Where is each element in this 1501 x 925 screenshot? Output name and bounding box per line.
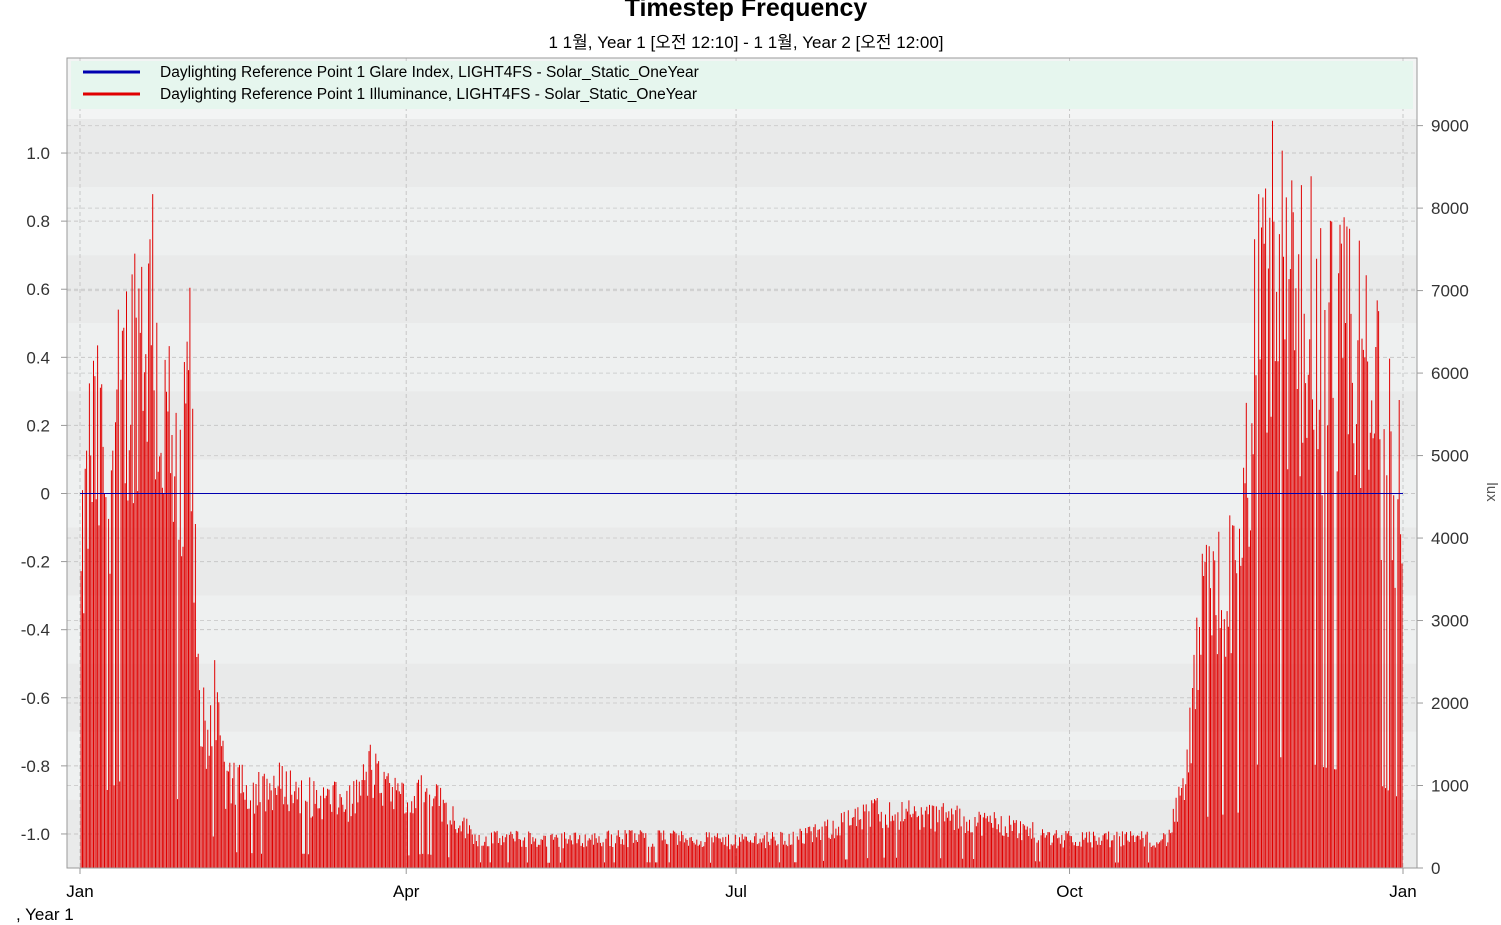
x-axis-tick-label: Jan [1389, 882, 1416, 901]
left-axis-tick-label: -0.8 [21, 757, 50, 776]
x-axis-year-label: , Year 1 [16, 905, 74, 924]
left-axis-tick-label: -0.4 [21, 621, 50, 640]
right-axis-tick-label: 8000 [1431, 199, 1469, 218]
left-axis-tick-label: 0.4 [26, 348, 50, 367]
x-axis-tick-label: Jan [66, 882, 93, 901]
right-axis-tick-label: 3000 [1431, 612, 1469, 631]
right-axis-tick-label: 7000 [1431, 282, 1469, 301]
x-axis-tick-label: Jul [725, 882, 747, 901]
legend-entry-label: Daylighting Reference Point 1 Glare Inde… [160, 64, 699, 81]
x-axis-tick-label: Apr [393, 882, 420, 901]
left-axis-tick-label: 0 [41, 485, 50, 504]
x-axis-tick-label: Oct [1056, 882, 1083, 901]
left-axis-tick-label: 0.8 [26, 212, 50, 231]
left-axis-tick-label: -0.2 [21, 553, 50, 572]
right-y-axis: 9000 8000 7000 6000 5000 4000 3000 2000 1000 0 lux [1417, 117, 1500, 878]
right-axis-tick-label: 6000 [1431, 364, 1469, 383]
chart-canvas: 1.0 0.8 0.6 0.4 0.2 0 -0.2 -0.4 -0.6 -0.8 -1.0 900… [21, 57, 1500, 901]
left-y-axis: 1.0 0.8 0.6 0.4 0.2 0 -0.2 -0.4 -0.6 -0.8 -1.0 [21, 144, 67, 844]
right-axis-label: lux [1483, 482, 1500, 502]
legend-entry-label: Daylighting Reference Point 1 Illuminanc… [160, 86, 697, 103]
left-axis-tick-label: 0.6 [26, 280, 50, 299]
right-axis-tick-label: 1000 [1431, 777, 1469, 796]
left-axis-tick-label: -1.0 [21, 825, 50, 844]
right-axis-tick-label: 0 [1431, 859, 1440, 878]
right-axis-tick-label: 5000 [1431, 447, 1469, 466]
left-axis-tick-label: 1.0 [26, 144, 50, 163]
right-axis-tick-label: 9000 [1431, 117, 1469, 136]
legend[interactable]: Daylighting Reference Point 1 Glare Inde… [71, 61, 1413, 109]
left-axis-tick-label: -0.6 [21, 689, 50, 708]
right-axis-tick-label: 4000 [1431, 529, 1469, 548]
x-axis: Jan Apr Jul Oct Jan [66, 868, 1417, 901]
left-axis-tick-label: 0.2 [26, 416, 50, 435]
right-axis-tick-label: 2000 [1431, 694, 1469, 713]
